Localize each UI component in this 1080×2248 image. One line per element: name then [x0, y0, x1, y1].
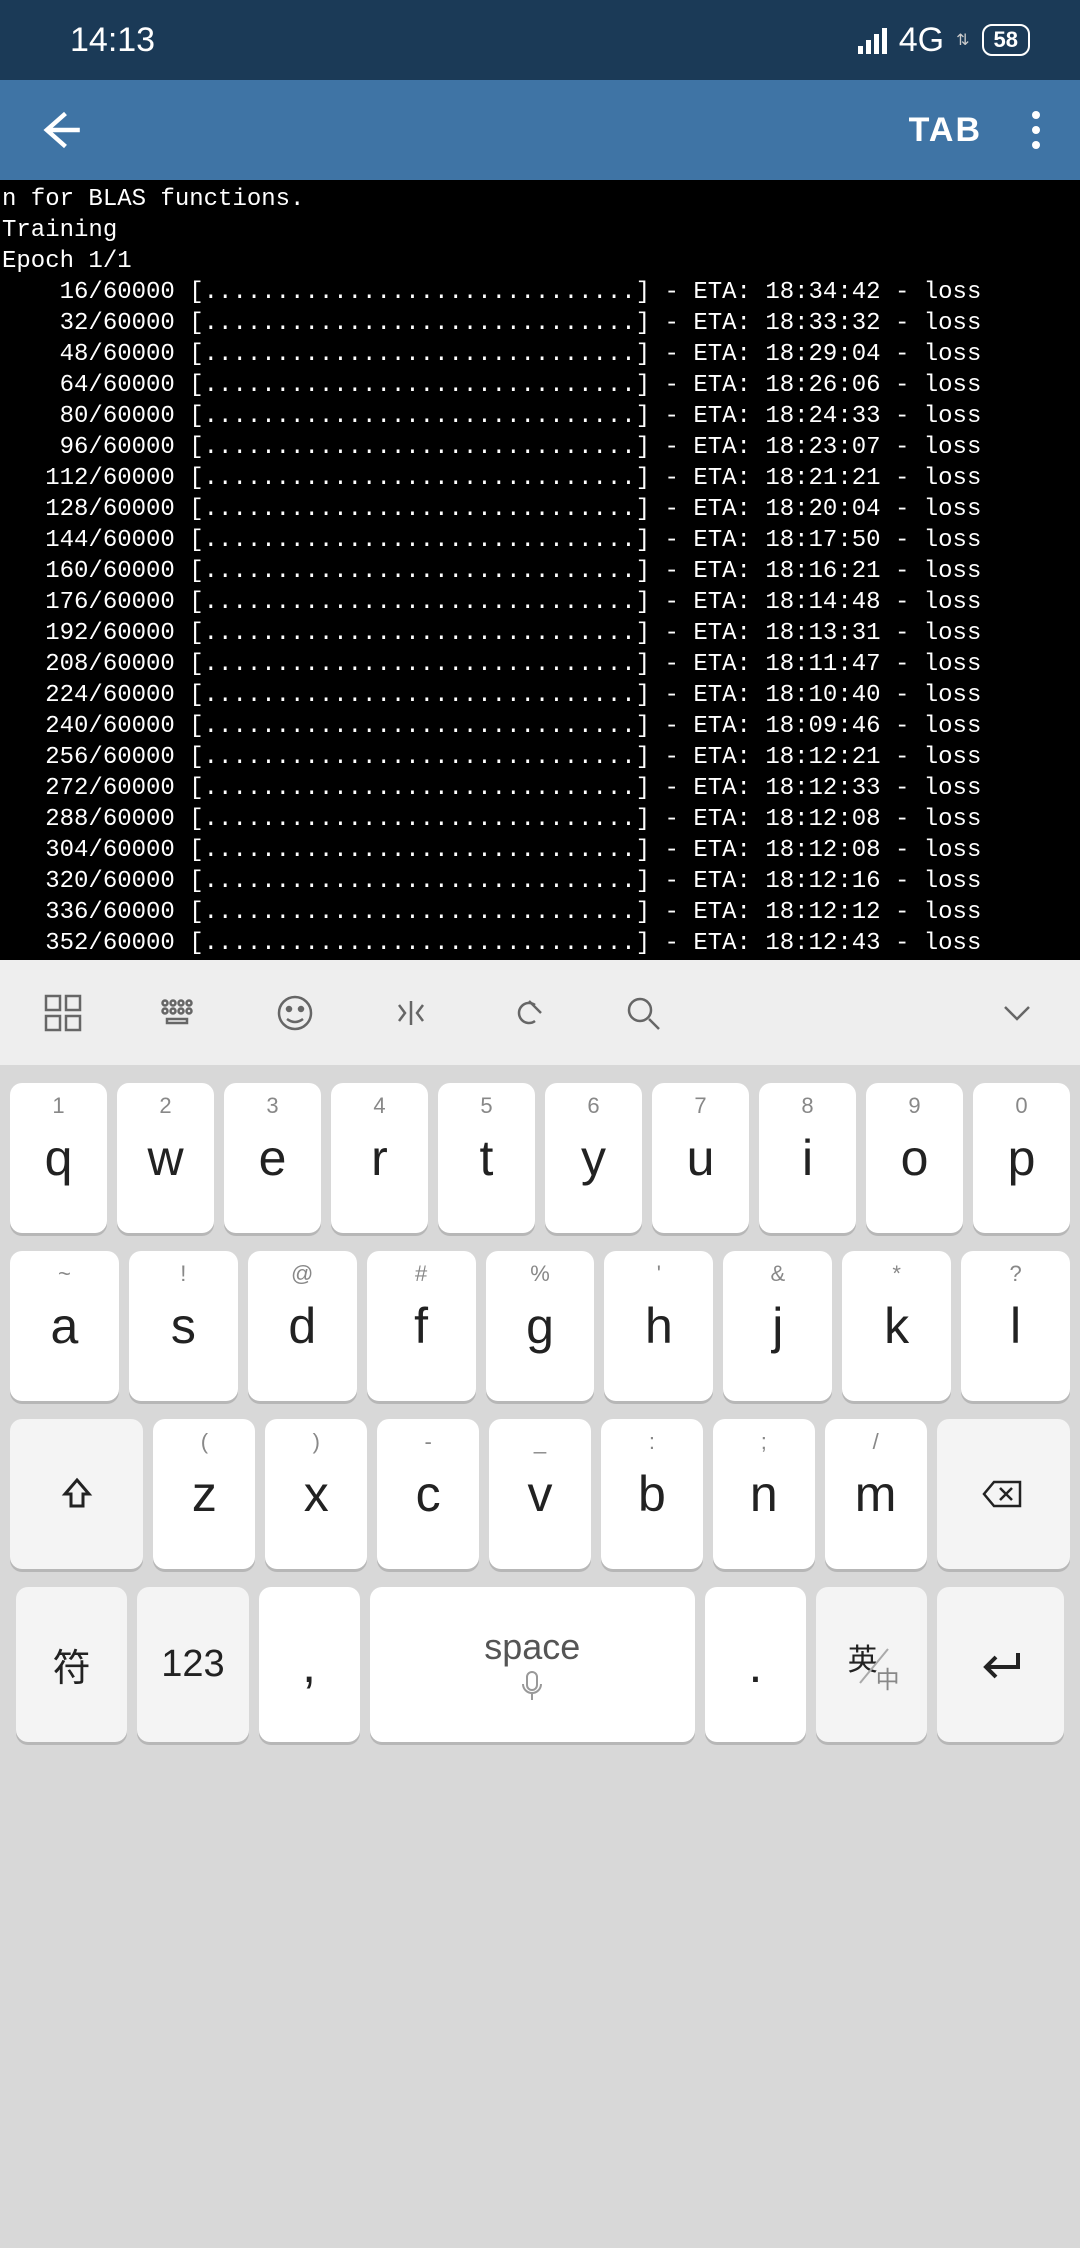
- status-bar: 14:13 4G ⇅ 58: [0, 0, 1080, 80]
- backspace-key[interactable]: [937, 1419, 1070, 1569]
- key-x[interactable]: )x: [265, 1419, 367, 1569]
- key-row-1: 1q2w3e4r5t6y7u8i9o0p: [10, 1083, 1070, 1233]
- key-row-2: ~a!s@d#f%g'h&j*k?l: [10, 1251, 1070, 1401]
- key-row-4: 符123,space .英中: [10, 1587, 1070, 1742]
- key-q[interactable]: 1q: [10, 1083, 107, 1233]
- key-l[interactable]: ?l: [961, 1251, 1070, 1401]
- arrows-icon: ⇅: [956, 30, 969, 50]
- clock: 14:13: [70, 21, 155, 60]
- key-g[interactable]: %g: [486, 1251, 595, 1401]
- key-row-3: (z)x-c_v:b;n/m: [10, 1419, 1070, 1569]
- overflow-menu-icon[interactable]: [1022, 101, 1050, 159]
- collapse-keyboard-icon[interactable]: [994, 990, 1040, 1036]
- key-r[interactable]: 4r: [331, 1083, 428, 1233]
- signal-icon: [858, 26, 887, 54]
- search-icon[interactable]: [620, 990, 666, 1036]
- shift-key[interactable]: [10, 1419, 143, 1569]
- key-o[interactable]: 9o: [866, 1083, 963, 1233]
- ime-toolbar: [0, 960, 1080, 1065]
- key-s[interactable]: !s: [129, 1251, 238, 1401]
- key-b[interactable]: :b: [601, 1419, 703, 1569]
- back-button[interactable]: [30, 100, 90, 160]
- cursor-move-icon[interactable]: [388, 990, 434, 1036]
- network-label: 4G: [899, 21, 944, 60]
- key-p[interactable]: 0p: [973, 1083, 1070, 1233]
- key-f[interactable]: #f: [367, 1251, 476, 1401]
- comma-key[interactable]: ,: [259, 1587, 360, 1742]
- key-n[interactable]: ;n: [713, 1419, 815, 1569]
- grid-icon[interactable]: [40, 990, 86, 1036]
- key-e[interactable]: 3e: [224, 1083, 321, 1233]
- key-m[interactable]: /m: [825, 1419, 927, 1569]
- key-d[interactable]: @d: [248, 1251, 357, 1401]
- key-y[interactable]: 6y: [545, 1083, 642, 1233]
- terminal-output[interactable]: n for BLAS functions. Training Epoch 1/1…: [0, 180, 1080, 960]
- key-u[interactable]: 7u: [652, 1083, 749, 1233]
- language-key[interactable]: 英中: [816, 1587, 927, 1742]
- emoji-icon[interactable]: [272, 990, 318, 1036]
- soft-keyboard: 1q2w3e4r5t6y7u8i9o0p ~a!s@d#f%g'h&j*k?l …: [0, 1065, 1080, 2248]
- period-key[interactable]: .: [705, 1587, 806, 1742]
- enter-key[interactable]: [937, 1587, 1064, 1742]
- key-t[interactable]: 5t: [438, 1083, 535, 1233]
- key-h[interactable]: 'h: [604, 1251, 713, 1401]
- key-z[interactable]: (z: [153, 1419, 255, 1569]
- key-k[interactable]: *k: [842, 1251, 951, 1401]
- key-c[interactable]: -c: [377, 1419, 479, 1569]
- numbers-key[interactable]: 123: [137, 1587, 248, 1742]
- battery-badge: 58: [982, 24, 1030, 56]
- tab-button[interactable]: TAB: [909, 111, 982, 150]
- status-right: 4G ⇅ 58: [858, 21, 1030, 60]
- key-a[interactable]: ~a: [10, 1251, 119, 1401]
- key-j[interactable]: &j: [723, 1251, 832, 1401]
- clip-icon[interactable]: [504, 990, 550, 1036]
- keyboard-dots-icon[interactable]: [156, 990, 202, 1036]
- symbols-key[interactable]: 符: [16, 1587, 127, 1742]
- app-bar: TAB: [0, 80, 1080, 180]
- key-v[interactable]: _v: [489, 1419, 591, 1569]
- key-i[interactable]: 8i: [759, 1083, 856, 1233]
- key-w[interactable]: 2w: [117, 1083, 214, 1233]
- space-key[interactable]: space: [370, 1587, 695, 1742]
